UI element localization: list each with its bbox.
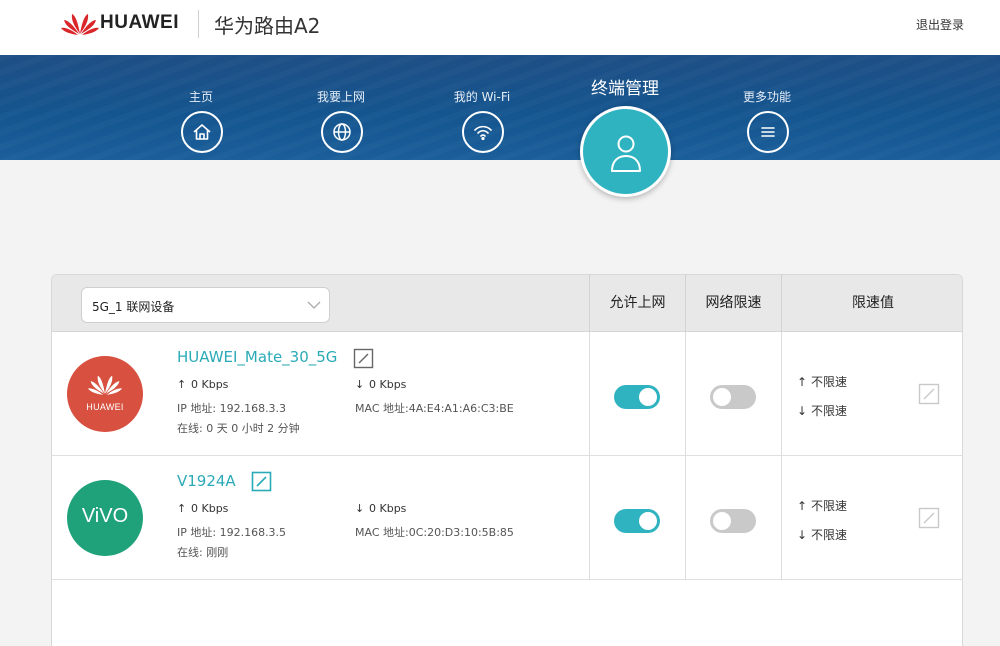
upload-value: 0 Kbps	[191, 502, 229, 515]
mac-address: MAC 地址:0C:20:D3:10:5B:85	[355, 526, 514, 539]
download-limit: ↓ 不限速	[797, 526, 847, 543]
home-icon	[181, 111, 223, 153]
allow-internet-toggle[interactable]	[614, 509, 660, 533]
chevron-down-icon	[307, 301, 321, 309]
download-limit: ↓ 不限速	[797, 402, 847, 419]
avatar-label: ViVO	[81, 505, 129, 527]
column-header-speed-limit: 网络限速	[685, 275, 781, 332]
edit-limit-icon[interactable]	[918, 507, 940, 529]
speed-limit-toggle[interactable]	[710, 509, 756, 533]
table-row: HUAWEI HUAWEI_Mate_30_5G ↑ 0 Kbps ↓ 0 Kbps…	[52, 332, 962, 456]
download-limit-value: 不限速	[811, 404, 848, 418]
arrow-up-icon: ↑	[177, 502, 187, 515]
table-header: 5G_1 联网设备 允许上网 网络限速 限速值	[52, 275, 962, 332]
nav-label: 更多功能	[742, 90, 791, 104]
main-nav: 主页 我要上网 我的 Wi-Fi 更多功能	[0, 55, 1000, 160]
column-divider	[685, 332, 686, 456]
device-avatar: HUAWEI	[67, 356, 143, 432]
download-value: 0 Kbps	[369, 502, 407, 515]
user-icon	[611, 135, 641, 172]
arrow-down-icon: ↓	[797, 528, 808, 542]
device-avatar: ViVO	[67, 480, 143, 556]
menu-icon	[747, 111, 789, 153]
avatar-label: HUAWEI	[86, 402, 124, 412]
upload-limit: ↑ 不限速	[797, 373, 847, 390]
column-header-allow-internet: 允许上网	[589, 275, 685, 332]
arrow-down-icon: ↓	[355, 502, 365, 515]
table-row: ViVO V1924A ↑ 0 Kbps ↓ 0 Kbps IP 地址: 192.1…	[52, 456, 962, 580]
ip-address: IP 地址: 192.168.3.3	[177, 402, 287, 415]
arrow-up-icon: ↑	[177, 378, 187, 391]
nav-item-devices[interactable]	[580, 106, 671, 197]
download-value: 0 Kbps	[369, 378, 407, 391]
upload-limit: ↑ 不限速	[797, 497, 847, 514]
product-name: 华为路由A2	[214, 14, 321, 38]
huawei-logo	[87, 375, 123, 395]
huawei-logo	[61, 14, 99, 35]
download-rate: ↓ 0 Kbps	[355, 502, 406, 515]
edit-limit-icon[interactable]	[918, 383, 940, 405]
globe-icon	[321, 111, 363, 153]
nav-label: 主页	[188, 90, 213, 104]
top-bar: HUAWEI 华为路由A2 退出登录	[0, 0, 1000, 55]
nav-item-home[interactable]: 主页	[141, 55, 261, 160]
column-divider	[781, 332, 782, 456]
nav-label: 我要上网	[316, 90, 365, 104]
toggle-knob	[639, 512, 657, 530]
upload-value: 0 Kbps	[191, 378, 229, 391]
nav-item-more[interactable]: 更多功能	[707, 55, 827, 160]
logout-link[interactable]: 退出登录	[916, 16, 964, 33]
upload-limit-value: 不限速	[811, 375, 848, 389]
nav-label: 我的 Wi-Fi	[453, 90, 511, 104]
toggle-knob	[713, 512, 731, 530]
nav-item-internet[interactable]: 我要上网	[281, 55, 401, 160]
arrow-up-icon: ↑	[797, 499, 808, 513]
arrow-down-icon: ↓	[797, 404, 808, 418]
upload-rate: ↑ 0 Kbps	[177, 378, 228, 391]
speed-limit-toggle[interactable]	[710, 385, 756, 409]
arrow-up-icon: ↑	[797, 375, 808, 389]
brand-name: HUAWEI	[100, 12, 179, 33]
column-header-limit-value: 限速值	[781, 275, 962, 332]
device-name[interactable]: HUAWEI_Mate_30_5G	[177, 348, 337, 366]
download-limit-value: 不限速	[811, 528, 848, 542]
device-panel: 5G_1 联网设备 允许上网 网络限速 限速值 HUAWEI HUAWEI_Ma…	[51, 274, 963, 646]
select-value: 5G_1 联网设备	[92, 300, 175, 314]
toggle-knob	[713, 388, 731, 406]
online-duration: 在线: 0 天 0 小时 2 分钟	[177, 422, 300, 435]
device-name[interactable]: V1924A	[177, 472, 236, 490]
brand-divider	[198, 10, 199, 38]
wifi-icon	[462, 111, 504, 153]
upload-limit-value: 不限速	[811, 499, 848, 513]
column-divider	[589, 456, 590, 580]
column-divider	[589, 332, 590, 456]
allow-internet-toggle[interactable]	[614, 385, 660, 409]
device-band-select[interactable]: 5G_1 联网设备	[81, 287, 330, 323]
upload-rate: ↑ 0 Kbps	[177, 502, 228, 515]
ip-address: IP 地址: 192.168.3.5	[177, 526, 287, 539]
nav-item-wifi[interactable]: 我的 Wi-Fi	[422, 55, 542, 160]
column-divider	[685, 456, 686, 580]
column-divider	[781, 456, 782, 580]
download-rate: ↓ 0 Kbps	[355, 378, 406, 391]
nav-item-devices-label: 终端管理	[591, 79, 659, 99]
mac-address: MAC 地址:4A:E4:A1:A6:C3:BE	[355, 402, 514, 415]
arrow-down-icon: ↓	[355, 378, 365, 391]
online-duration: 在线: 刚刚	[177, 546, 229, 559]
toggle-knob	[639, 388, 657, 406]
edit-name-icon[interactable]	[353, 348, 374, 369]
edit-name-icon[interactable]	[251, 471, 272, 492]
